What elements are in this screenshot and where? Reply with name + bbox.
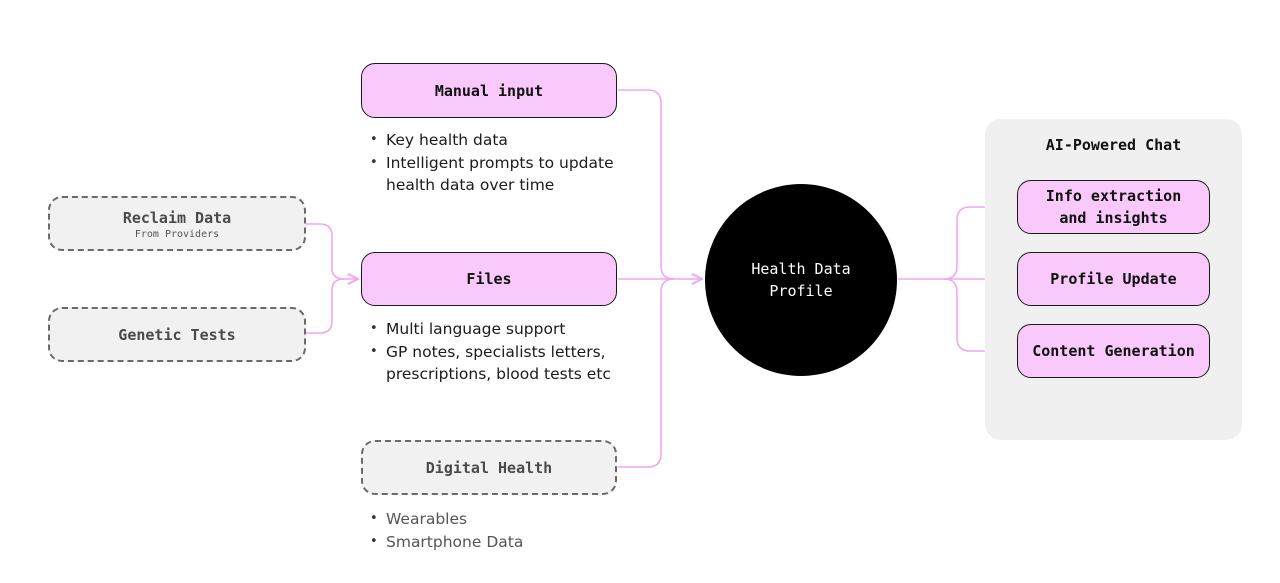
manual-input-title: Manual input bbox=[434, 81, 544, 100]
manual-input-box: Manual input bbox=[361, 63, 617, 118]
bullet-item: Smartphone Data bbox=[361, 531, 621, 554]
bullet-item: Wearables bbox=[361, 508, 621, 531]
ai-chat-title: AI-Powered Chat bbox=[1045, 136, 1182, 154]
connector-reclaim-to-files bbox=[306, 223, 358, 279]
content-generation-box: Content Generation bbox=[1017, 324, 1210, 378]
digital-health-box: Digital Health bbox=[361, 440, 617, 495]
connector-manual-to-hub bbox=[618, 89, 675, 280]
info-extraction-label: Info extraction and insights bbox=[1045, 187, 1182, 227]
bullet-item: Intelligent prompts to update health dat… bbox=[361, 152, 621, 197]
profile-update-label: Profile Update bbox=[1050, 270, 1177, 288]
reclaim-data-box: Reclaim Data From Providers bbox=[48, 196, 306, 251]
files-bullets: Multi language support GP notes, special… bbox=[361, 318, 623, 386]
bullet-item: Key health data bbox=[361, 129, 621, 152]
bullet-item: GP notes, specialists letters, prescript… bbox=[361, 341, 623, 386]
content-generation-label: Content Generation bbox=[1032, 342, 1195, 360]
connector-digital-to-hub bbox=[618, 278, 675, 468]
bullet-item: Multi language support bbox=[361, 318, 623, 341]
digital-health-title: Digital Health bbox=[425, 458, 553, 477]
reclaim-data-subtitle: From Providers bbox=[134, 228, 220, 240]
files-title: Files bbox=[466, 270, 512, 288]
hub-label: Health Data Profile bbox=[751, 260, 851, 300]
genetic-tests-title: Genetic Tests bbox=[118, 325, 236, 344]
files-box: Files bbox=[361, 252, 617, 306]
manual-input-bullets: Key health data Intelligent prompts to u… bbox=[361, 129, 621, 197]
genetic-tests-box: Genetic Tests bbox=[48, 307, 306, 362]
reclaim-data-title: Reclaim Data bbox=[122, 208, 232, 227]
health-data-profile-hub: Health Data Profile bbox=[705, 184, 897, 376]
connector-genetic-to-files bbox=[306, 278, 345, 334]
digital-health-bullets: Wearables Smartphone Data bbox=[361, 508, 621, 553]
profile-update-box: Profile Update bbox=[1017, 252, 1210, 306]
info-extraction-box: Info extraction and insights bbox=[1017, 180, 1210, 234]
